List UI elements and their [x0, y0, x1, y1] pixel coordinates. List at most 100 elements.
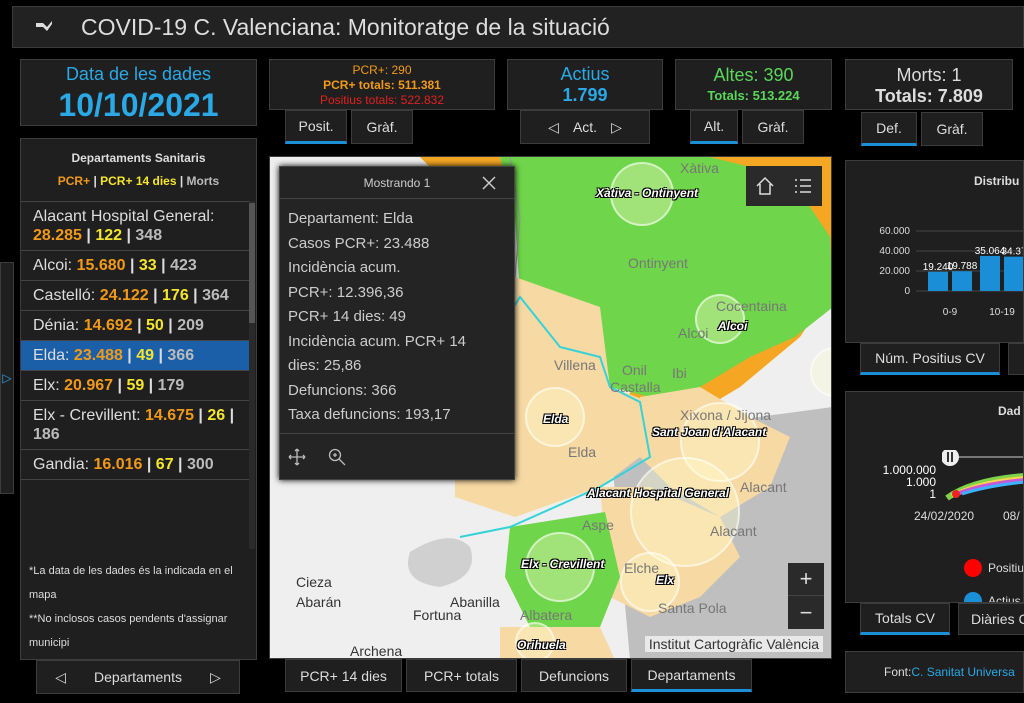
tab-num-positius[interactable]: Núm. Positius CV — [860, 343, 1000, 375]
zoom-to-icon[interactable] — [328, 448, 346, 466]
separator: | — [142, 456, 156, 473]
list-item[interactable]: Alcoi: 15.680 | 33 | 423 — [21, 251, 250, 281]
altes-panel: Altes: 390 Totals: 513.224 — [675, 59, 832, 110]
positius-totals: Positius totals: 522.832 — [319, 93, 445, 107]
popup-line: dies: 25,86 — [288, 357, 362, 374]
side-panel-toggle[interactable]: ▷ — [0, 262, 14, 494]
list-item[interactable]: Dénia: 14.692 | 50 | 209 — [21, 311, 250, 341]
map-label: Xàtiva - Ontinyent — [596, 186, 699, 200]
popup-body: Departament: Elda Casos PCR+: 23.488 Inc… — [280, 199, 514, 436]
dept-name: Alacant Hospital General: — [33, 208, 215, 225]
separator: | — [173, 456, 187, 473]
list-item[interactable]: Elda: 23.488 | 49 | 366 — [21, 341, 250, 371]
map-place: Onil — [622, 362, 647, 378]
dept-morts: 348 — [135, 227, 163, 244]
popup-line: PCR+: 12.396,36 — [288, 283, 404, 301]
legend-positiu[interactable]: Positiu — [964, 559, 1023, 577]
y-tick: 1 — [929, 487, 936, 501]
map-place: Xixona / Jijona — [680, 407, 772, 423]
list-item[interactable]: Gandia: 16.016 | 67 | 300 — [21, 450, 250, 480]
list-item[interactable]: Castelló: 24.122 | 176 | 364 — [21, 281, 250, 311]
map-label: Orihuela — [517, 638, 566, 652]
pan-icon[interactable] — [288, 448, 306, 466]
departaments-legend: PCR+ | PCR+ 14 dies | Morts — [57, 174, 220, 188]
tab-totals-cv[interactable]: Totals CV — [860, 603, 950, 635]
separator: | — [148, 287, 163, 304]
tab-departaments[interactable]: Departaments — [631, 659, 752, 692]
page-title: COVID-19 C. Valenciana: Monitoratge de l… — [81, 13, 610, 40]
dept-morts: 423 — [170, 257, 197, 274]
dept-name: Dénia: — [33, 317, 84, 334]
map-place: Villena — [554, 357, 596, 373]
legend-actius[interactable]: Actius — [964, 592, 1021, 602]
separator: | — [113, 377, 127, 394]
morts-label: Morts: 1 — [896, 65, 962, 85]
data-label: 34.37 — [1001, 247, 1024, 258]
actius-nav-label: Act. — [572, 119, 598, 135]
popup-line: Defuncions: 366 — [288, 381, 397, 399]
dept-pcr14: 26 — [207, 407, 226, 424]
map-label: Elda — [543, 412, 569, 426]
distribution-chart: 60.00040.00020.000019.24019.78835.06434.… — [879, 226, 1024, 318]
departaments-panel: Departaments Sanitaris PCR+ | PCR+ 14 di… — [20, 138, 257, 660]
tab-altes-graf[interactable]: Gràf. — [742, 110, 804, 144]
home-icon[interactable] — [755, 176, 775, 196]
dept-name: Elda: — [33, 347, 74, 364]
daily-chart-lines — [942, 450, 1023, 501]
tab-pcr-graf[interactable]: Gràf. — [351, 110, 413, 144]
dept-morts: 364 — [202, 287, 229, 304]
tab-next-clip[interactable] — [1008, 343, 1024, 375]
dept-pcr14: 49 — [136, 347, 155, 364]
tab-posit[interactable]: Posit. — [285, 110, 347, 144]
popup-title: Mostrando 1 — [363, 175, 431, 190]
y-tick-label: 60.000 — [879, 226, 910, 237]
map-widget-bar — [746, 166, 822, 206]
y-tick: 1.000 — [905, 475, 936, 489]
map-label: Alacant Hospital General — [587, 486, 730, 500]
map-label: Elx - Crevillent — [521, 557, 605, 571]
list-item[interactable]: Elx - Crevillent: 14.675 | 26 | 186 — [21, 401, 250, 450]
tab-pcr14[interactable]: PCR+ 14 dies — [285, 659, 402, 692]
altes-totals: Totals: 513.224 — [707, 88, 800, 103]
bar — [1004, 256, 1023, 291]
tab-diaries-cv[interactable]: Diàries C — [958, 603, 1024, 635]
list-scrollbar[interactable] — [249, 201, 255, 549]
map-marker[interactable] — [630, 457, 740, 567]
tab-alt[interactable]: Alt. — [690, 110, 738, 144]
layer-list-icon[interactable] — [793, 176, 813, 196]
legend-swatch — [964, 592, 982, 602]
popup-line: Casos PCR+: 23.488 — [288, 234, 430, 252]
dept-morts: 300 — [186, 456, 214, 473]
altes-label: Altes: 390 — [713, 65, 794, 85]
morts-totals: Totals: 7.809 — [875, 86, 983, 106]
tab-defuncions[interactable]: Defuncions — [521, 659, 627, 692]
chevron-left-icon[interactable]: ◁ — [55, 669, 66, 686]
source-link[interactable]: C. Sanitat Universa — [911, 665, 1014, 679]
list-item[interactable]: Alacant Hospital General: 28.285 | 122 |… — [21, 202, 250, 251]
zoom-in-button[interactable]: + — [788, 563, 824, 596]
actius-value: 1.799 — [562, 85, 608, 105]
actius-panel: Actius 1.799 — [507, 59, 663, 110]
y-tick-label: 0 — [904, 286, 910, 297]
y-tick-label: 20.000 — [879, 266, 910, 277]
list-item[interactable]: Elx: 20.967 | 59 | 179 — [21, 371, 250, 401]
separator: | — [132, 317, 147, 334]
dept-pcr: 15.680 — [76, 257, 126, 274]
bar — [980, 255, 1000, 291]
dept-pcr14: 122 — [95, 227, 123, 244]
tab-morts-graf[interactable]: Gràf. — [921, 112, 983, 146]
tab-def[interactable]: Def. — [861, 112, 917, 146]
tab-pcr-totals[interactable]: PCR+ totals — [406, 659, 517, 692]
zoom-out-button[interactable]: − — [788, 596, 824, 629]
chevron-right-icon[interactable]: ▷ — [611, 119, 622, 136]
app-logo-icon — [36, 21, 52, 31]
departaments-list: Alacant Hospital General: 28.285 | 122 |… — [21, 201, 250, 549]
chevron-right-icon[interactable]: ▷ — [210, 669, 221, 686]
actius-nav: ◁ Act. ▷ — [520, 110, 650, 144]
popup-line: Incidència acum. PCR+ 14 — [288, 332, 467, 350]
bar — [952, 271, 972, 291]
close-icon[interactable] — [482, 176, 496, 190]
map-label: Elx — [656, 573, 675, 587]
chevron-left-icon[interactable]: ◁ — [548, 119, 559, 136]
note-1: *La data de les dades és la indicada en … — [29, 565, 233, 601]
